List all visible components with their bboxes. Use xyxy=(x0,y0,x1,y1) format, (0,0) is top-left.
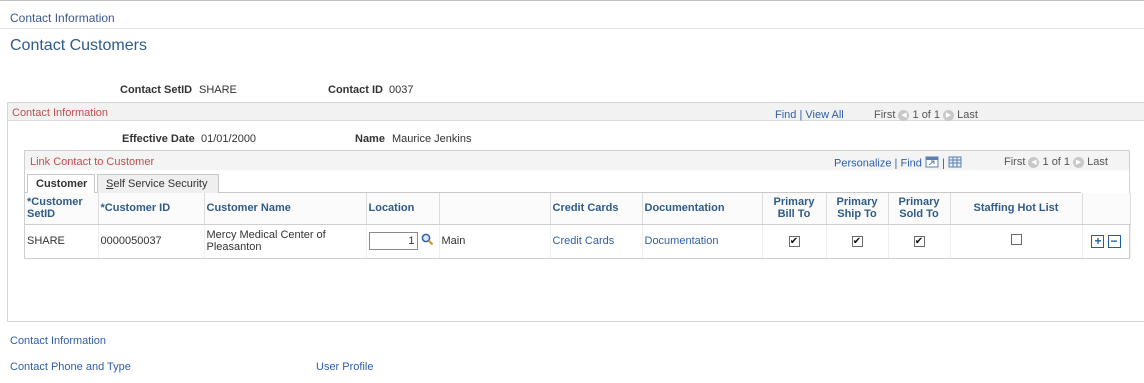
bottom-link-user-profile[interactable]: User Profile xyxy=(316,361,373,373)
next-icon[interactable]: ▶ xyxy=(943,109,955,121)
separator: | xyxy=(942,157,945,170)
col-documentation[interactable]: Documentation xyxy=(642,193,763,225)
contact-info-nav: Find | View All xyxy=(775,109,844,121)
bottom-link-contact-phone[interactable]: Contact Phone and Type xyxy=(10,361,131,373)
link-customer-header xyxy=(25,151,1129,170)
cell-credit-cards: Credit Cards xyxy=(550,224,643,258)
view-all-link[interactable]: View All xyxy=(805,109,843,121)
grid-paging-count: 1 of 1 xyxy=(1042,156,1071,168)
col-customer-name[interactable]: Customer Name xyxy=(204,193,367,225)
separator: | xyxy=(894,157,898,170)
tab-customer[interactable]: Customer xyxy=(27,174,95,194)
grid-paging: First ◀ 1 of 1 ▶ Last xyxy=(1004,156,1108,168)
cell-setid: SHARE xyxy=(25,224,99,258)
cell-bill-to: ✔ xyxy=(762,224,827,258)
contact-id-label: Contact ID xyxy=(328,84,383,96)
paging-count: 1 of 1 xyxy=(912,109,941,121)
primary-bill-to-checkbox[interactable]: ✔ xyxy=(788,236,800,248)
grid-last-label: Last xyxy=(1087,156,1108,168)
tab-self-service-security-label: elf Service Security xyxy=(113,178,208,190)
separator: | xyxy=(799,109,803,121)
col-location[interactable]: Location xyxy=(366,193,440,225)
top-bar xyxy=(0,0,1144,29)
cell-actions: + − xyxy=(1082,224,1131,258)
contact-setid-label: Contact SetID xyxy=(120,84,193,96)
zoom-icon[interactable] xyxy=(925,156,939,171)
grid-toolbar: Personalize | Find | xyxy=(834,156,962,171)
col-primary-bill-to[interactable]: Primary Bill To xyxy=(762,193,827,225)
last-label: Last xyxy=(957,109,978,121)
cell-customer-id: 0000050037 xyxy=(98,224,205,258)
download-grid-icon[interactable] xyxy=(948,156,962,171)
cell-location: 1 xyxy=(366,224,440,258)
page-title: Contact Customers xyxy=(10,37,147,54)
effective-date-value: 01/01/2000 xyxy=(201,133,257,145)
contact-info-paging: First ◀ 1 of 1 ▶ Last xyxy=(874,109,978,121)
contact-setid-value: SHARE xyxy=(199,84,237,96)
name-label: Name xyxy=(355,133,385,145)
primary-sold-to-checkbox[interactable]: ✔ xyxy=(913,236,925,248)
contact-id-value: 0037 xyxy=(389,84,414,96)
staffing-hot-list-checkbox[interactable] xyxy=(1010,234,1022,246)
col-credit-cards[interactable]: Credit Cards xyxy=(550,193,643,225)
documentation-link[interactable]: Documentation xyxy=(645,235,719,247)
col-location-desc xyxy=(439,193,551,225)
effective-date-label: Effective Date xyxy=(122,133,195,145)
table-row: SHARE 0000050037 Mercy Medical Center of… xyxy=(25,224,1131,258)
link-customer-title: Link Contact to Customer xyxy=(30,156,155,168)
prev-icon[interactable]: ◀ xyxy=(898,109,910,121)
delete-row-icon[interactable]: − xyxy=(1107,234,1121,248)
cell-location-desc: Main xyxy=(439,224,551,258)
cell-documentation: Documentation xyxy=(642,224,763,258)
tab-self-service-security[interactable]: Self Service Security xyxy=(97,174,219,193)
cell-customer-name: Mercy Medical Center of Pleasanton xyxy=(204,224,367,258)
add-row-icon[interactable]: + xyxy=(1091,234,1105,248)
primary-ship-to-checkbox[interactable]: ✔ xyxy=(851,236,863,248)
find-link[interactable]: Find xyxy=(775,109,796,121)
grid-find-link[interactable]: Find xyxy=(900,157,921,169)
bottom-link-contact-information[interactable]: Contact Information xyxy=(10,335,106,347)
tab-customer-label: Customer xyxy=(36,178,88,190)
first-label: First xyxy=(874,109,896,121)
credit-cards-link[interactable]: Credit Cards xyxy=(553,235,615,247)
location-input[interactable]: 1 xyxy=(368,232,418,251)
search-icon[interactable] xyxy=(421,233,434,249)
grid-prev-icon[interactable]: ◀ xyxy=(1028,156,1040,168)
cell-hot-list xyxy=(950,224,1083,258)
grid-first-label: First xyxy=(1004,156,1026,168)
breadcrumb[interactable]: Contact Information xyxy=(10,11,115,25)
contact-info-title: Contact Information xyxy=(12,107,108,119)
personalize-link[interactable]: Personalize xyxy=(834,157,891,169)
grid-next-icon[interactable]: ▶ xyxy=(1073,156,1085,168)
cell-sold-to: ✔ xyxy=(888,224,951,258)
col-customer-setid[interactable]: *Customer SetID xyxy=(25,193,99,225)
col-customer-id[interactable]: *Customer ID xyxy=(98,193,205,225)
col-primary-sold-to[interactable]: Primary Sold To xyxy=(888,193,951,225)
name-value: Maurice Jenkins xyxy=(392,133,472,145)
grid-header-row: *Customer SetID *Customer ID Customer Na… xyxy=(25,193,1131,225)
col-primary-ship-to[interactable]: Primary Ship To xyxy=(826,193,889,225)
col-staffing-hot-list[interactable]: Staffing Hot List xyxy=(950,193,1083,225)
col-actions xyxy=(1082,193,1131,225)
cell-ship-to: ✔ xyxy=(826,224,889,258)
customer-grid-table: *Customer SetID *Customer ID Customer Na… xyxy=(25,193,1131,258)
